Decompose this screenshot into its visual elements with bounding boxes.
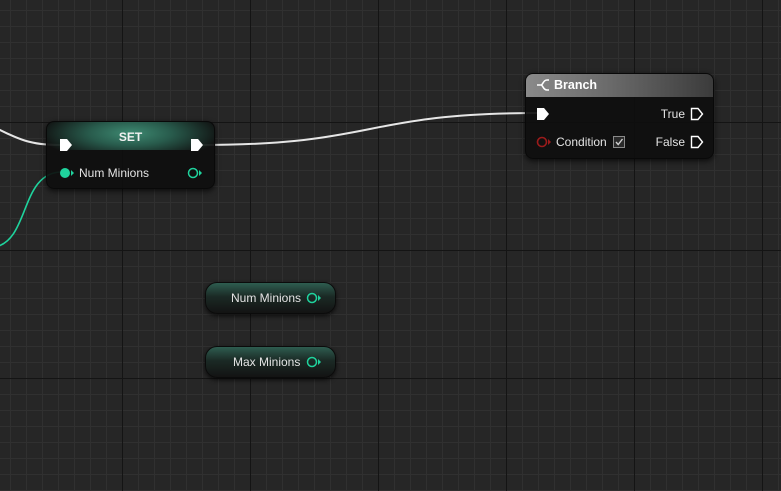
exec-in-pin-icon[interactable] (59, 138, 73, 152)
true-pin-label: True (660, 107, 685, 121)
checkmark-icon (615, 138, 623, 146)
branch-node[interactable]: Branch True Condition False (525, 73, 714, 159)
true-exec-pin-icon[interactable] (690, 107, 704, 121)
false-exec-pin-icon[interactable] (690, 135, 704, 149)
int-pin-connected-icon[interactable] (59, 166, 75, 180)
true-pin-row[interactable]: True (661, 106, 704, 122)
int-output-pin-icon[interactable] (187, 166, 203, 180)
condition-pin-row[interactable]: Condition (536, 134, 625, 150)
set-node[interactable]: SET Num Minions (46, 121, 215, 189)
num-minions-getter-label: Num Minions (231, 291, 302, 305)
set-input-pin-label: Num Minions (79, 166, 150, 180)
exec-wire-set-to-branch[interactable] (199, 112, 541, 146)
int-output-pin-icon[interactable] (306, 355, 322, 369)
branch-icon (537, 79, 549, 91)
set-input-pin-row[interactable]: Num Minions (59, 165, 149, 181)
false-pin-row[interactable]: False (656, 134, 704, 150)
num-minions-getter-node[interactable]: Num Minions (205, 282, 336, 314)
branch-node-title: Branch (554, 78, 598, 92)
condition-checkbox[interactable] (612, 136, 625, 148)
bool-pin-icon[interactable] (536, 135, 552, 149)
branch-exec-in-pin-icon[interactable] (536, 107, 550, 121)
max-minions-getter-label: Max Minions (233, 355, 301, 369)
false-pin-label: False (655, 135, 685, 149)
condition-pin-label: Condition (556, 135, 607, 149)
int-output-pin-icon[interactable] (306, 291, 322, 305)
max-minions-getter-node[interactable]: Max Minions (205, 346, 336, 378)
exec-out-pin-icon[interactable] (190, 138, 204, 152)
blueprint-graph-canvas[interactable]: SET Num Minions Branch True Condition Fa… (0, 0, 781, 491)
